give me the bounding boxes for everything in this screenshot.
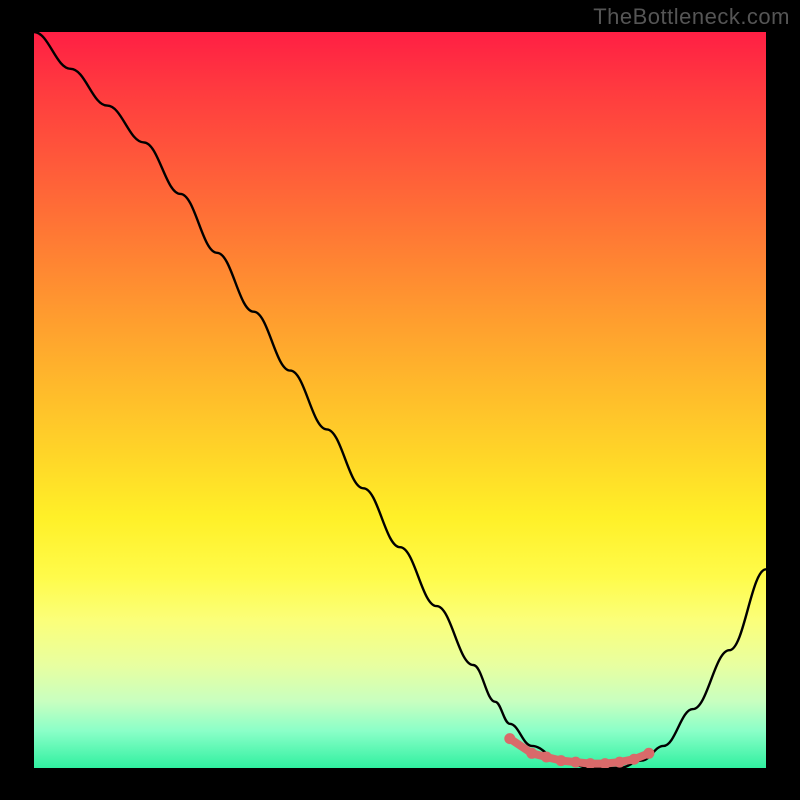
chart-frame: TheBottleneck.com: [0, 0, 800, 800]
curve-layer: [34, 32, 766, 768]
watermark: TheBottleneck.com: [593, 4, 790, 30]
bottleneck-curve: [34, 32, 766, 768]
plot-area: [34, 32, 766, 768]
optimal-range-markers: [505, 734, 654, 768]
